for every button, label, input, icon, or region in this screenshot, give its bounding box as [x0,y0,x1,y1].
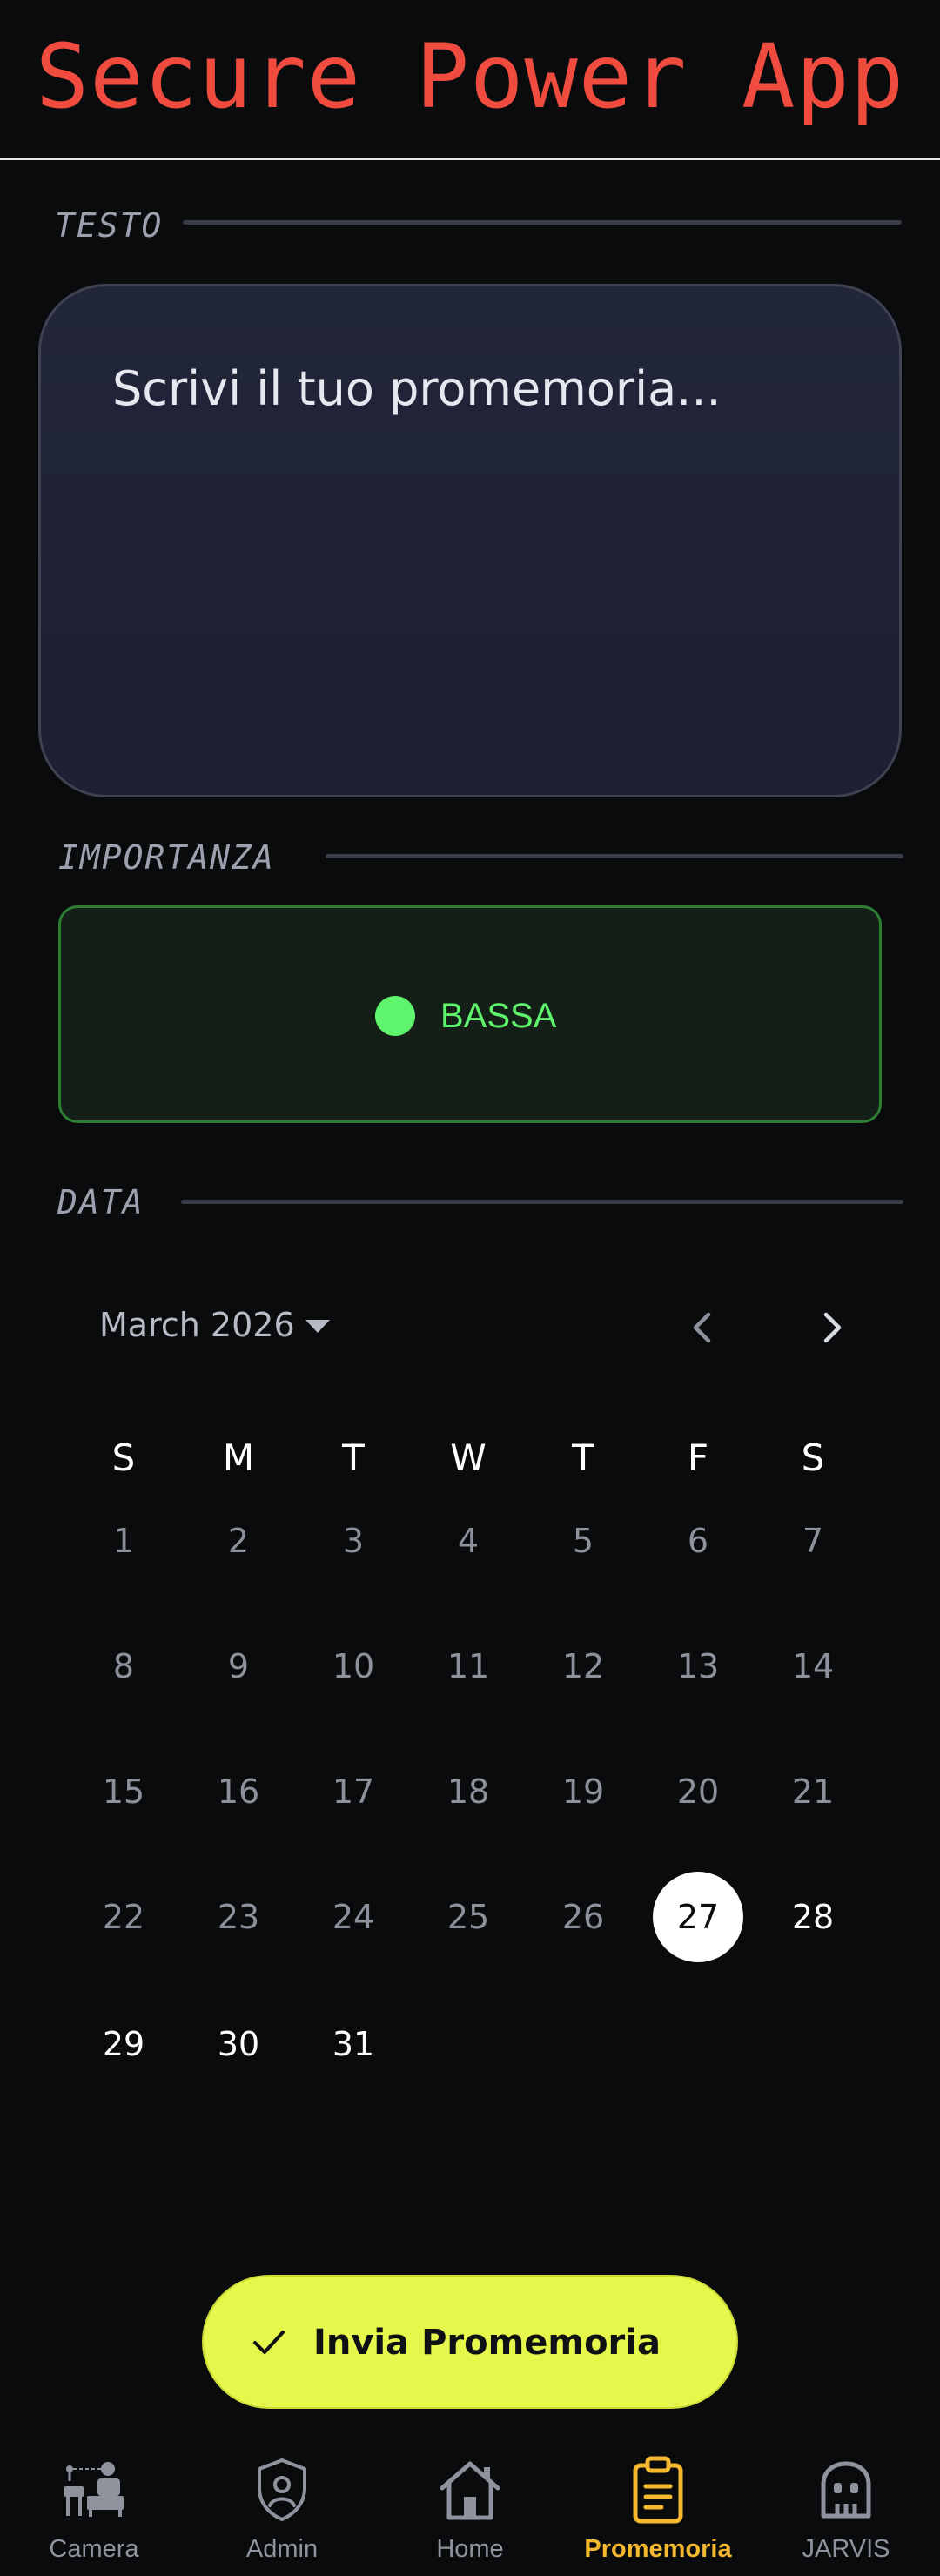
importance-selector[interactable]: BASSA [58,905,882,1123]
section-divider [181,1200,903,1204]
calendar-day[interactable]: 19 [538,1746,628,1837]
check-icon [253,2331,285,2354]
calendar-day[interactable]: 18 [423,1746,514,1837]
reminder-text-input[interactable]: Scrivi il tuo promemoria... [38,284,902,797]
app-header: Secure Power App [0,0,940,160]
calendar-day[interactable]: 7 [768,1496,858,1586]
submit-reminder-button[interactable]: Invia Promemoria [202,2275,738,2409]
importance-value: BASSA [440,997,557,1035]
weekday-header: T [572,1436,594,1479]
calendar-day[interactable]: 9 [193,1621,284,1712]
bottom-navigation: Camera Admin Home Promemoria JARVIS [0,2438,940,2576]
section-divider [183,220,902,225]
calendar-day[interactable]: 1 [78,1496,169,1586]
clipboard-icon [633,2456,683,2524]
calendar-day[interactable]: 16 [193,1746,284,1837]
app-title: Secure Power App [35,25,905,129]
calendar-day-selected[interactable]: 27 [653,1872,743,1962]
nav-label: Home [436,2535,504,2563]
calendar-day[interactable]: 23 [193,1872,284,1962]
caret-down-icon[interactable] [306,1320,330,1333]
calendar-day[interactable]: 4 [423,1496,514,1586]
calendar-day[interactable]: 31 [308,1999,399,2089]
weekday-header: T [342,1436,365,1479]
nav-label: Camera [49,2535,139,2563]
calendar-day[interactable]: 22 [78,1872,169,1962]
nav-label: JARVIS [802,2535,890,2563]
shield-user-icon [258,2458,306,2521]
nav-label: Admin [245,2535,319,2563]
weekday-header: F [687,1436,709,1479]
month-year-selector[interactable]: March 2026 [99,1308,295,1342]
calendar-day[interactable]: 20 [653,1746,743,1837]
calendar-day[interactable]: 3 [308,1496,399,1586]
weekday-header: S [801,1436,825,1479]
nav-label: Promemoria [584,2535,732,2563]
nav-item-admin[interactable]: Admin [188,2438,376,2576]
calendar-day[interactable]: 14 [768,1621,858,1712]
calendar-day[interactable]: 5 [538,1496,628,1586]
calendar-day[interactable]: 2 [193,1496,284,1586]
home-icon [440,2461,500,2520]
section-divider [326,854,903,858]
section-label-date: DATA [57,1183,144,1221]
weekday-header: S [111,1436,136,1479]
calendar-day[interactable]: 24 [308,1872,399,1962]
chevron-right-icon[interactable] [809,1306,853,1349]
robot-icon [821,2461,871,2519]
weekday-header: M [222,1436,255,1479]
calendar-day[interactable]: 28 [768,1872,858,1962]
calendar-day[interactable]: 17 [308,1746,399,1837]
calendar-day[interactable]: 15 [78,1746,169,1837]
nav-item-camera[interactable]: Camera [0,2438,188,2576]
calendar-day[interactable]: 12 [538,1621,628,1712]
submit-label: Invia Promemoria [313,2323,661,2363]
calendar-day[interactable]: 30 [193,1999,284,2089]
calendar-day[interactable]: 8 [78,1621,169,1712]
calendar-day[interactable]: 26 [538,1872,628,1962]
nav-item-promemoria[interactable]: Promemoria [564,2438,752,2576]
calendar-day[interactable]: 11 [423,1621,514,1712]
weekday-header: W [450,1436,487,1479]
section-label-importance: IMPORTANZA [58,838,275,877]
reminder-text-placeholder: Scrivi il tuo promemoria... [112,361,722,416]
calendar-day[interactable]: 25 [423,1872,514,1962]
calendar-day[interactable]: 6 [653,1496,743,1586]
section-label-text: TESTO [55,206,164,245]
nav-item-jarvis[interactable]: JARVIS [752,2438,940,2576]
calendar-day[interactable]: 10 [308,1621,399,1712]
calendar-day[interactable]: 13 [653,1621,743,1712]
calendar-day[interactable]: 21 [768,1746,858,1837]
chevron-left-icon[interactable] [682,1306,725,1349]
camera-monitor-icon [64,2462,124,2517]
nav-item-home[interactable]: Home [376,2438,564,2576]
calendar-day[interactable]: 29 [78,1999,169,2089]
importance-dot-icon [375,996,415,1036]
